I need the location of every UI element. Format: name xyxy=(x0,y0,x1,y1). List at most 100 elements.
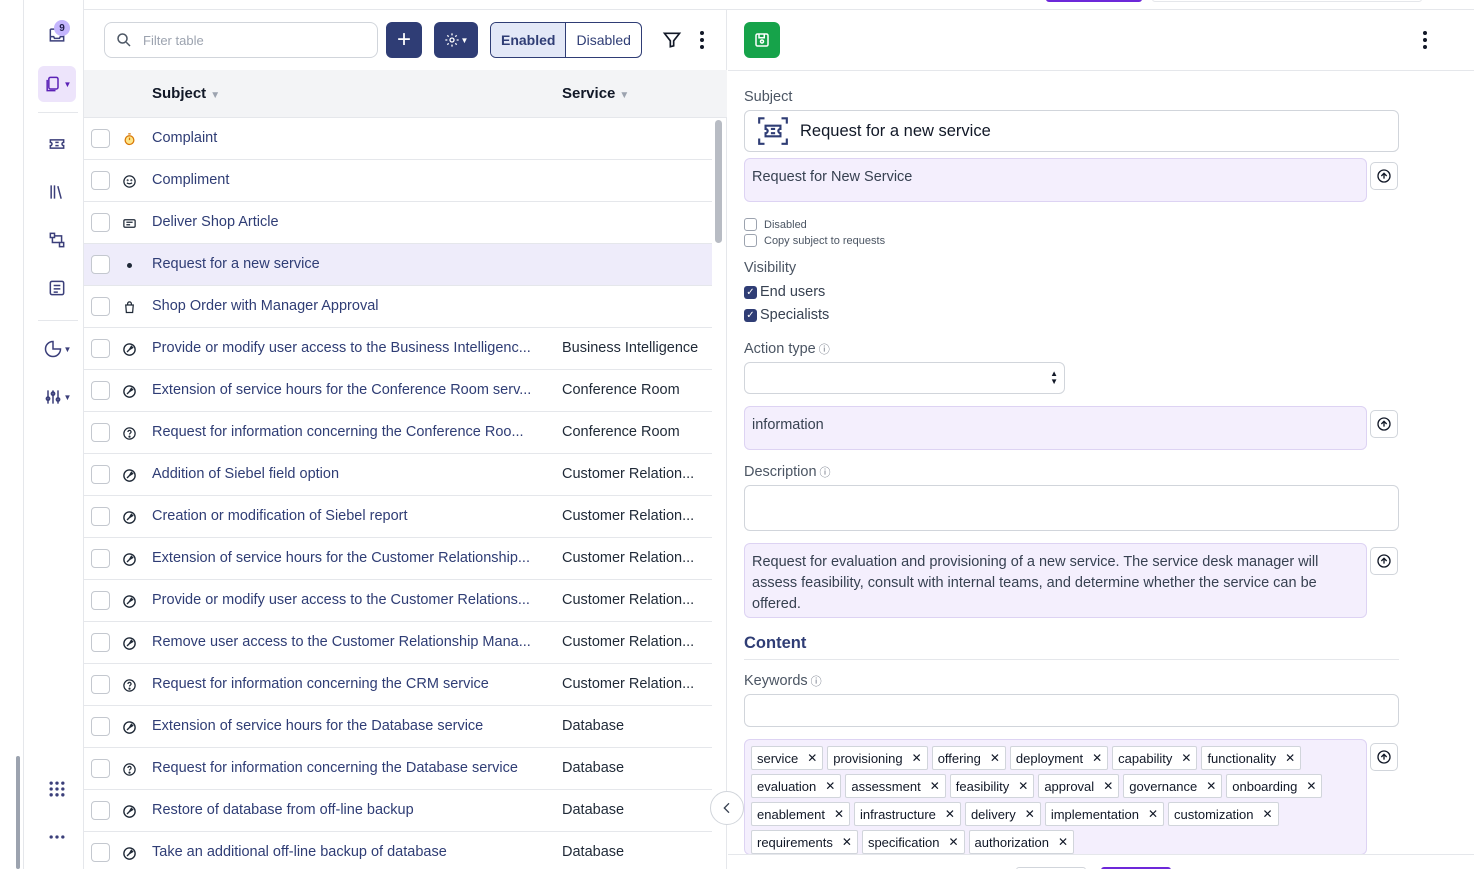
remove-tag-icon[interactable]: ✕ xyxy=(930,779,940,793)
row-checkbox[interactable] xyxy=(91,171,110,190)
row-subject[interactable]: Restore of database from off-line backup xyxy=(152,802,547,818)
table-row[interactable]: Extension of service hours for the Datab… xyxy=(84,706,712,748)
subject-field[interactable]: Request for a new service xyxy=(744,110,1399,152)
row-checkbox[interactable] xyxy=(91,633,110,652)
row-subject[interactable]: Complaint xyxy=(152,130,547,146)
more-icon[interactable] xyxy=(38,819,76,855)
specialists-checkbox[interactable]: ✓ Specialists xyxy=(744,307,829,323)
row-subject[interactable]: Provide or modify user access to the Bus… xyxy=(152,340,547,356)
remove-tag-icon[interactable]: ✕ xyxy=(1058,835,1068,849)
top-primary-pill[interactable] xyxy=(1046,0,1142,2)
table-row[interactable]: Provide or modify user access to the Bus… xyxy=(84,328,712,370)
remove-tag-icon[interactable]: ✕ xyxy=(1306,779,1316,793)
row-subject[interactable]: Extension of service hours for the Confe… xyxy=(152,382,547,398)
row-subject[interactable]: Request for information concerning the C… xyxy=(152,424,547,440)
action-type-translation[interactable]: information xyxy=(744,406,1367,450)
row-checkbox[interactable] xyxy=(91,843,110,862)
table-row[interactable]: Request for a new service xyxy=(84,244,712,286)
row-checkbox[interactable] xyxy=(91,381,110,400)
settings-sliders-icon[interactable]: ▼ xyxy=(38,379,76,415)
service-column-header[interactable]: Service ▼ xyxy=(562,85,629,102)
list-more-menu-icon[interactable] xyxy=(692,28,712,52)
gear-menu-button[interactable]: ▼ xyxy=(434,22,478,58)
remove-tag-icon[interactable]: ✕ xyxy=(912,751,922,765)
remove-tag-icon[interactable]: ✕ xyxy=(1285,751,1295,765)
row-checkbox[interactable] xyxy=(91,255,110,274)
table-row[interactable]: Remove user access to the Customer Relat… xyxy=(84,622,712,664)
subject-column-header[interactable]: Subject ▼ xyxy=(152,85,220,102)
subject-translation[interactable]: Request for New Service xyxy=(744,158,1367,202)
reports-icon[interactable]: ▼ xyxy=(38,331,76,367)
remove-tag-icon[interactable]: ✕ xyxy=(1092,751,1102,765)
row-checkbox[interactable] xyxy=(91,549,110,568)
row-subject[interactable]: Creation or modification of Siebel repor… xyxy=(152,508,547,524)
row-checkbox[interactable] xyxy=(91,675,110,694)
info-icon[interactable]: ⓘ xyxy=(811,676,822,688)
workflow-icon[interactable] xyxy=(38,222,76,258)
save-button[interactable] xyxy=(744,22,780,58)
row-subject[interactable]: Provide or modify user access to the Cus… xyxy=(152,592,547,608)
copy-subject-checkbox[interactable]: Copy subject to requests xyxy=(744,234,885,247)
row-subject[interactable]: Extension of service hours for the Custo… xyxy=(152,550,547,566)
requests-icon[interactable]: ▼ xyxy=(38,66,76,102)
remove-tag-icon[interactable]: ✕ xyxy=(990,751,1000,765)
remove-tag-icon[interactable]: ✕ xyxy=(825,779,835,793)
table-row[interactable]: Extension of service hours for the Confe… xyxy=(84,370,712,412)
table-row[interactable]: Extension of service hours for the Custo… xyxy=(84,538,712,580)
filter-field[interactable] xyxy=(104,22,378,58)
row-checkbox[interactable] xyxy=(91,591,110,610)
table-scrollbar[interactable] xyxy=(715,120,722,243)
table-row[interactable]: Shop Order with Manager Approval xyxy=(84,286,712,328)
row-checkbox[interactable] xyxy=(91,213,110,232)
remove-tag-icon[interactable]: ✕ xyxy=(1181,751,1191,765)
remove-tag-icon[interactable]: ✕ xyxy=(834,807,844,821)
table-row[interactable]: Restore of database from off-line backup… xyxy=(84,790,712,832)
row-subject[interactable]: Take an additional off-line backup of da… xyxy=(152,844,547,860)
row-checkbox[interactable] xyxy=(91,759,110,778)
row-checkbox[interactable] xyxy=(91,339,110,358)
row-checkbox[interactable] xyxy=(91,465,110,484)
copy-up-button[interactable] xyxy=(1370,162,1398,190)
description-translation[interactable]: Request for evaluation and provisioning … xyxy=(744,543,1367,618)
remove-tag-icon[interactable]: ✕ xyxy=(842,835,852,849)
copy-up-button[interactable] xyxy=(1370,410,1398,438)
sidebar-scrollbar[interactable] xyxy=(16,756,20,869)
copy-up-button[interactable] xyxy=(1370,743,1398,771)
table-row[interactable]: Addition of Siebel field option Customer … xyxy=(84,454,712,496)
remove-tag-icon[interactable]: ✕ xyxy=(1018,779,1028,793)
action-type-select[interactable]: ▲ ▼ xyxy=(744,362,1065,394)
table-row[interactable]: Compliment xyxy=(84,160,712,202)
remove-tag-icon[interactable]: ✕ xyxy=(1025,807,1035,821)
row-checkbox[interactable] xyxy=(91,297,110,316)
apps-grid-icon[interactable] xyxy=(38,771,76,807)
remove-tag-icon[interactable]: ✕ xyxy=(1263,807,1273,821)
row-subject[interactable]: Remove user access to the Customer Relat… xyxy=(152,634,547,650)
remove-tag-icon[interactable]: ✕ xyxy=(1148,807,1158,821)
table-row[interactable]: Take an additional off-line backup of da… xyxy=(84,832,712,869)
info-icon[interactable]: ⓘ xyxy=(820,467,831,479)
table-row[interactable]: Deliver Shop Article xyxy=(84,202,712,244)
table-row[interactable]: Request for information concerning the C… xyxy=(84,412,712,454)
top-search-pill[interactable] xyxy=(1152,0,1422,2)
end-users-checkbox[interactable]: ✓ End users xyxy=(744,284,825,300)
row-subject[interactable]: Shop Order with Manager Approval xyxy=(152,298,547,314)
enabled-toggle[interactable]: Enabled xyxy=(491,23,567,57)
row-checkbox[interactable] xyxy=(91,129,110,148)
row-subject[interactable]: Deliver Shop Article xyxy=(152,214,547,230)
row-checkbox[interactable] xyxy=(91,507,110,526)
row-subject[interactable]: Compliment xyxy=(152,172,547,188)
collapse-panel-button[interactable] xyxy=(710,791,744,825)
info-icon[interactable]: ⓘ xyxy=(819,344,830,356)
remove-tag-icon[interactable]: ✕ xyxy=(948,835,958,849)
add-button[interactable]: + xyxy=(386,22,422,58)
table-row[interactable]: Creation or modification of Siebel repor… xyxy=(84,496,712,538)
funnel-filter-icon[interactable] xyxy=(662,30,682,50)
row-checkbox[interactable] xyxy=(91,423,110,442)
disabled-toggle[interactable]: Disabled xyxy=(566,23,640,57)
row-subject[interactable]: Extension of service hours for the Datab… xyxy=(152,718,547,734)
remove-tag-icon[interactable]: ✕ xyxy=(1206,779,1216,793)
remove-tag-icon[interactable]: ✕ xyxy=(945,807,955,821)
row-checkbox[interactable] xyxy=(91,717,110,736)
table-row[interactable]: Request for information concerning the C… xyxy=(84,664,712,706)
list-icon[interactable] xyxy=(38,270,76,306)
